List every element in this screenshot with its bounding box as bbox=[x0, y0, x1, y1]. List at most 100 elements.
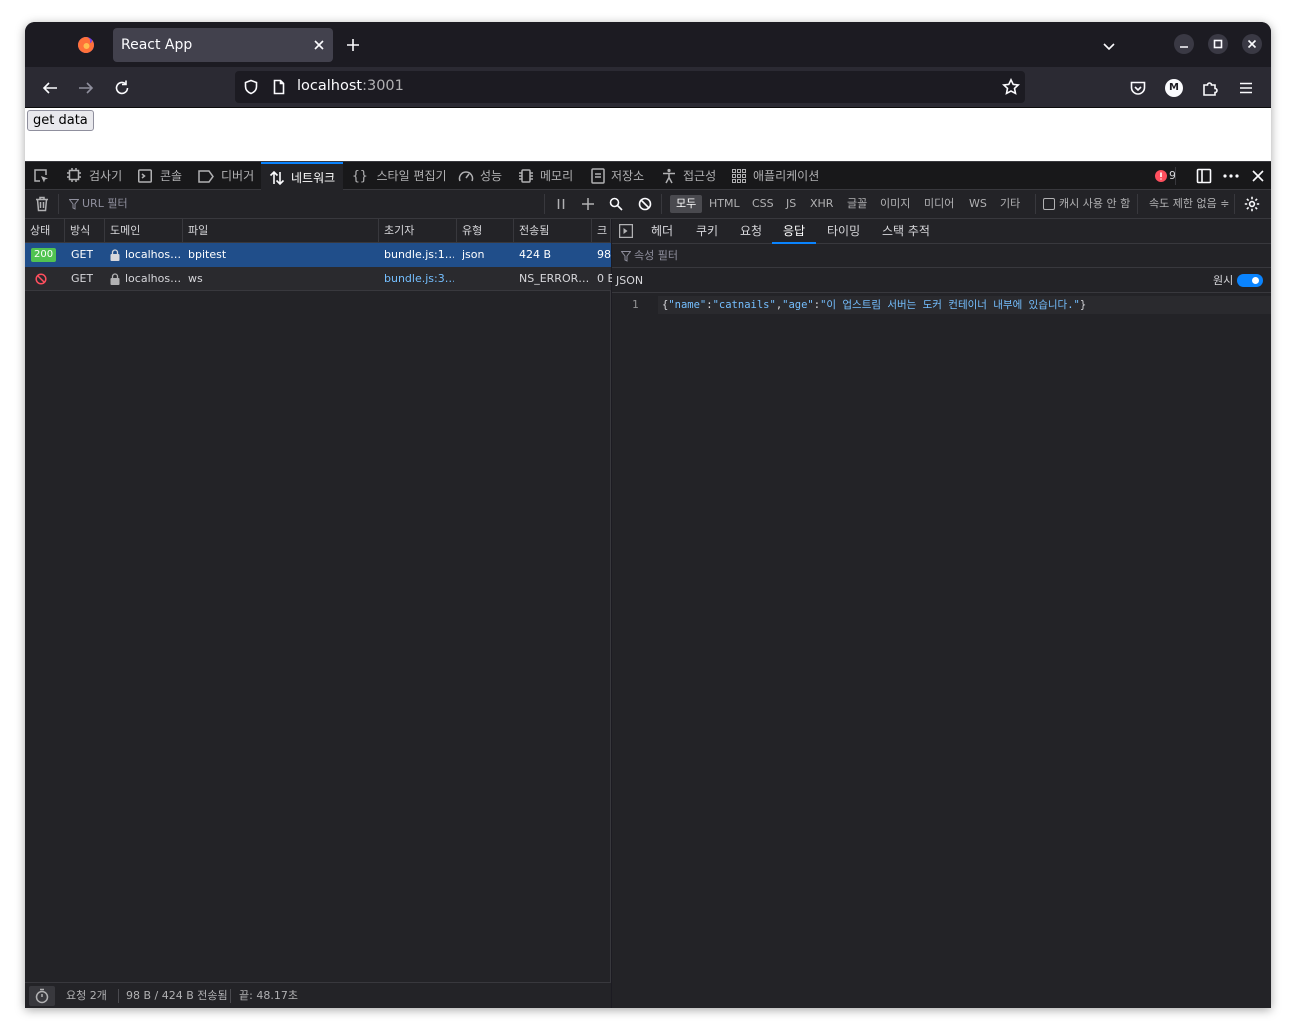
tab-stack-trace[interactable]: 스택 추적 bbox=[882, 219, 930, 244]
column-header-file[interactable]: 파일 bbox=[183, 219, 379, 243]
tab-react-app[interactable]: React App bbox=[113, 28, 333, 62]
get-data-button[interactable]: get data bbox=[27, 110, 94, 131]
new-tab-plus-icon[interactable] bbox=[345, 37, 361, 53]
close-devtools-icon[interactable] bbox=[1250, 168, 1266, 184]
tab-accessibility[interactable]: 접근성 bbox=[661, 162, 716, 190]
tab-cookies[interactable]: 쿠키 bbox=[696, 219, 718, 244]
back-arrow-icon[interactable] bbox=[41, 79, 59, 97]
type-filter-html[interactable]: HTML bbox=[709, 190, 740, 218]
request-details-panel: 헤더 쿠키 요청 응답 타이밍 스택 추적 속성 필터 JSON 원시 1 {"… bbox=[612, 219, 1271, 1008]
tab-inspector[interactable]: 검사기 bbox=[67, 162, 122, 190]
column-header-method[interactable]: 방식 bbox=[65, 219, 105, 243]
dock-side-icon[interactable] bbox=[1196, 168, 1212, 184]
tab-performance[interactable]: 성능 bbox=[458, 162, 502, 190]
url-text[interactable]: localhost:3001 bbox=[297, 78, 404, 94]
block-requests-icon[interactable] bbox=[638, 197, 652, 211]
column-header-transferred[interactable]: 전송됨 bbox=[514, 219, 592, 243]
tab-network[interactable]: 네트워크 bbox=[261, 162, 344, 190]
divider bbox=[1035, 194, 1036, 214]
toggle-knob bbox=[1252, 277, 1259, 284]
inspector-icon bbox=[67, 168, 81, 182]
address-bar[interactable]: localhost:3001 bbox=[235, 71, 1025, 103]
response-code-line[interactable]: 1 {"name":"catnails","age":"이 업스트림 서버는 도… bbox=[612, 295, 1271, 315]
chevron-down-icon[interactable] bbox=[1101, 38, 1117, 54]
tab-memory[interactable]: 메모리 bbox=[518, 162, 573, 190]
account-avatar[interactable]: M bbox=[1165, 79, 1183, 97]
minimize-button[interactable] bbox=[1174, 34, 1194, 54]
element-picker-icon[interactable] bbox=[33, 168, 49, 184]
column-header-type[interactable]: 유형 bbox=[457, 219, 514, 243]
finish-time: 끝: 48.17초 bbox=[239, 989, 298, 1002]
column-header-initiator[interactable]: 초기자 bbox=[379, 219, 457, 243]
column-header-domain[interactable]: 도메인 bbox=[105, 219, 183, 243]
url-filter-input[interactable]: URL 필터 bbox=[67, 190, 537, 218]
pocket-icon[interactable] bbox=[1129, 79, 1147, 97]
page-icon[interactable] bbox=[271, 79, 287, 95]
reload-icon[interactable] bbox=[113, 79, 131, 97]
type-filter-media[interactable]: 미디어 bbox=[924, 190, 954, 218]
tab-timings[interactable]: 타이밍 bbox=[827, 219, 860, 244]
lock-icon bbox=[110, 273, 120, 285]
divider bbox=[544, 194, 545, 214]
disable-cache-checkbox[interactable] bbox=[1043, 198, 1055, 210]
add-block-plus-icon[interactable] bbox=[581, 197, 595, 211]
raw-toggle-switch[interactable] bbox=[1237, 274, 1263, 287]
raw-label: 원시 bbox=[1213, 274, 1234, 287]
toggle-sidebar-icon[interactable] bbox=[619, 224, 633, 238]
disable-cache-label: 캐시 사용 안 함 bbox=[1059, 197, 1131, 210]
throttling-select[interactable]: 속도 제한 없음 ≑ bbox=[1149, 190, 1229, 218]
error-icon bbox=[1155, 170, 1167, 182]
column-header-size[interactable]: 크 bbox=[592, 219, 611, 243]
type-filter-xhr[interactable]: XHR bbox=[810, 190, 833, 218]
bookmark-star-icon[interactable] bbox=[1002, 78, 1020, 96]
lock-icon bbox=[110, 249, 120, 261]
hamburger-menu-icon[interactable] bbox=[1237, 79, 1255, 97]
more-options-icon[interactable] bbox=[1222, 168, 1240, 184]
divider bbox=[58, 194, 59, 214]
tab-application[interactable]: 애플리케이션 bbox=[732, 162, 819, 190]
firefox-logo-icon[interactable] bbox=[77, 36, 95, 54]
tab-storage[interactable]: 저장소 bbox=[591, 162, 644, 190]
type-filter-fonts[interactable]: 글꼴 bbox=[847, 190, 867, 218]
type-filter-all[interactable]: 모두 bbox=[670, 195, 703, 213]
tab-debugger[interactable]: 디버거 bbox=[198, 162, 254, 190]
property-filter-input[interactable]: 속성 필터 bbox=[612, 244, 1271, 268]
json-section-header: JSON 원시 bbox=[612, 268, 1271, 293]
table-row[interactable]: 200 GET localhos… bpitest bundle.js:1… j… bbox=[25, 243, 611, 267]
filter-funnel-icon bbox=[621, 251, 631, 262]
tab-console[interactable]: 콘솔 bbox=[138, 162, 182, 190]
tab-style-editor[interactable]: {} 스타일 편집기 bbox=[352, 162, 447, 190]
extensions-puzzle-icon[interactable] bbox=[1201, 79, 1219, 97]
tab-response[interactable]: 응답 bbox=[772, 219, 817, 244]
trash-icon[interactable] bbox=[35, 196, 49, 212]
search-icon[interactable] bbox=[609, 197, 623, 211]
forward-arrow-icon[interactable] bbox=[77, 79, 95, 97]
type-filter-css[interactable]: CSS bbox=[752, 190, 774, 218]
line-number: 1 bbox=[632, 298, 639, 311]
type-filter-ws[interactable]: WS bbox=[969, 190, 987, 218]
shield-icon[interactable] bbox=[243, 79, 259, 95]
network-filter-bar: URL 필터 모두 HTML CSS JS XHR 글꼴 이미지 미디어 WS … bbox=[25, 190, 1271, 219]
performance-analysis-button[interactable] bbox=[29, 986, 55, 1006]
application-grid-icon bbox=[732, 169, 746, 183]
tab-request[interactable]: 요청 bbox=[740, 219, 762, 244]
style-editor-braces-icon: {} bbox=[352, 169, 368, 184]
filter-funnel-icon bbox=[69, 199, 79, 210]
divider bbox=[1137, 194, 1138, 214]
performance-gauge-icon bbox=[458, 171, 474, 182]
json-label: JSON bbox=[616, 274, 644, 287]
type-filter-other[interactable]: 기타 bbox=[1000, 190, 1020, 218]
type-filter-js[interactable]: JS bbox=[786, 190, 796, 218]
browser-window: React App localhost:3001 M get data 검사기 … bbox=[25, 22, 1271, 1008]
column-header-status[interactable]: 상태 bbox=[25, 219, 65, 243]
gear-icon[interactable] bbox=[1244, 196, 1260, 212]
close-icon[interactable] bbox=[311, 37, 327, 53]
tab-headers[interactable]: 헤더 bbox=[651, 219, 673, 244]
maximize-button[interactable] bbox=[1208, 34, 1228, 54]
window-close-button[interactable] bbox=[1242, 34, 1262, 54]
table-row[interactable]: GET localhos… ws bundle.js:3… NS_ERROR… … bbox=[25, 267, 615, 291]
type-filter-images[interactable]: 이미지 bbox=[880, 190, 910, 218]
storage-icon bbox=[591, 168, 605, 184]
pause-icon[interactable] bbox=[555, 198, 567, 210]
divider bbox=[118, 989, 119, 1003]
